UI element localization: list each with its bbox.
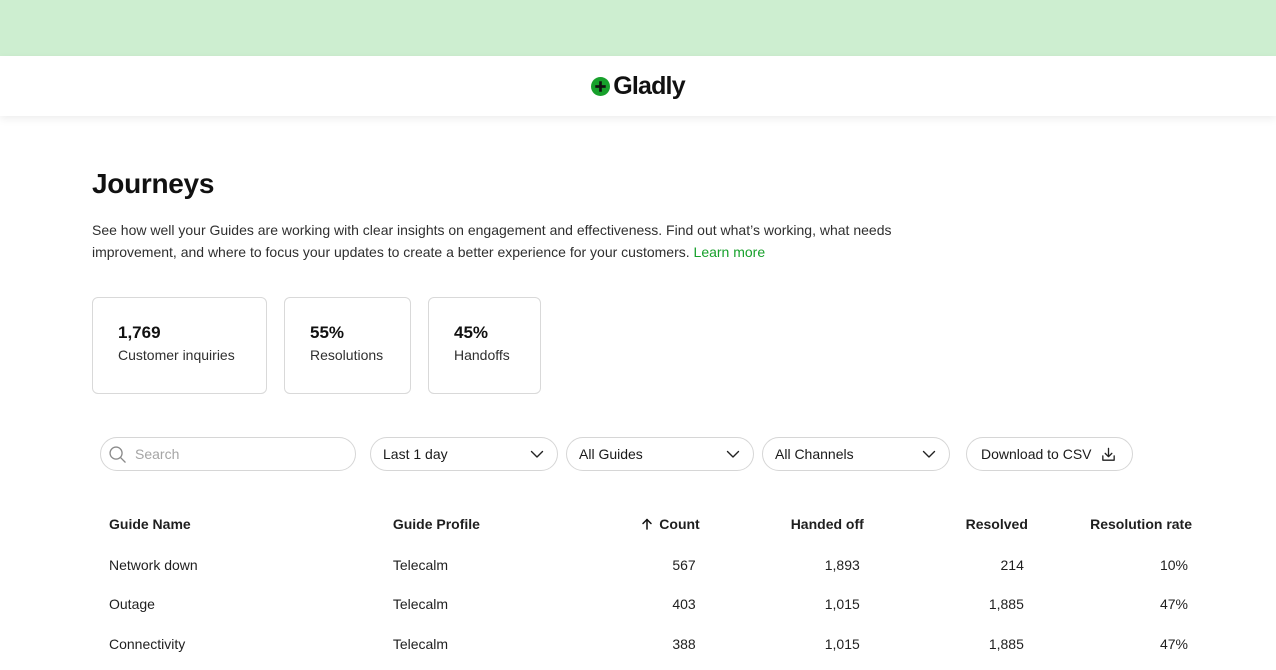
column-header-resolved[interactable]: Resolved: [864, 503, 1028, 545]
guide-name-cell: Connectivity: [109, 635, 186, 652]
resolved-cell: 1,885: [988, 596, 1024, 613]
date-range-value: Last 1 day: [383, 446, 448, 462]
stat-card-resolutions: 55% Resolutions: [284, 297, 411, 394]
search-box[interactable]: [100, 437, 356, 471]
stat-card-customer-inquiries: 1,769 Customer inquiries: [92, 297, 267, 394]
resolution-rate-cell: 47%: [1159, 635, 1188, 652]
table-header-row: Guide Name Guide Profile Count Handed of…: [92, 503, 1192, 545]
download-icon: [1101, 447, 1115, 461]
guide-name-cell: Outage: [109, 596, 155, 613]
stat-value: 45%: [454, 323, 489, 342]
description-text: See how well your Guides are working wit…: [92, 222, 892, 260]
page-title: Journeys: [92, 168, 215, 199]
download-label: Download to CSV: [981, 446, 1092, 462]
count-cell: 403: [672, 596, 696, 613]
brand-name: Gladly: [613, 71, 685, 100]
channels-select[interactable]: All Channels: [762, 437, 950, 471]
column-header-count[interactable]: Count: [606, 503, 700, 545]
gladly-logo[interactable]: Gladly: [591, 71, 686, 100]
top-banner: [0, 0, 1276, 56]
table-row[interactable]: Connectivity Telecalm 388 1,015 1,885 47…: [92, 624, 1192, 664]
resolved-cell: 1,885: [988, 635, 1024, 652]
app-header: Gladly: [0, 56, 1276, 116]
column-header-guide-profile[interactable]: Guide Profile: [393, 503, 606, 545]
stat-value: 1,769: [118, 323, 161, 342]
column-header-guide-name[interactable]: Guide Name: [92, 503, 393, 545]
search-input[interactable]: [135, 446, 335, 462]
download-csv-button[interactable]: Download to CSV: [966, 437, 1133, 471]
handed-off-cell: 1,015: [824, 635, 860, 652]
page-description: See how well your Guides are working wit…: [92, 219, 952, 263]
column-header-handed-off[interactable]: Handed off: [700, 503, 864, 545]
arrow-up-icon: [642, 518, 653, 530]
handed-off-cell: 1,893: [824, 556, 860, 573]
stat-label: Resolutions: [310, 347, 384, 363]
count-cell: 388: [672, 635, 696, 652]
journeys-table: Guide Name Guide Profile Count Handed of…: [92, 503, 1192, 664]
stat-label: Handoffs: [454, 347, 510, 363]
learn-more-link[interactable]: Learn more: [694, 244, 766, 260]
guide-name-cell: Network down: [109, 556, 198, 573]
chevron-down-icon: [922, 450, 936, 458]
stat-label: Customer inquiries: [118, 347, 235, 363]
chevron-down-icon: [726, 450, 740, 458]
stat-value: 55%: [310, 323, 345, 342]
resolution-rate-cell: 10%: [1159, 556, 1188, 573]
handed-off-cell: 1,015: [824, 596, 860, 613]
channels-value: All Channels: [775, 446, 854, 462]
stat-card-handoffs: 45% Handoffs: [428, 297, 541, 394]
guide-profile-cell: Telecalm: [392, 635, 449, 652]
search-icon: [109, 445, 126, 463]
plus-circle-icon: [591, 76, 611, 96]
guide-profile-cell: Telecalm: [392, 556, 449, 573]
date-range-select[interactable]: Last 1 day: [370, 437, 558, 471]
resolution-rate-cell: 47%: [1159, 596, 1188, 613]
guides-value: All Guides: [579, 446, 643, 462]
table-row[interactable]: Outage Telecalm 403 1,015 1,885 47%: [92, 585, 1192, 625]
guides-select[interactable]: All Guides: [566, 437, 754, 471]
count-cell: 567: [672, 556, 696, 573]
guide-profile-cell: Telecalm: [392, 596, 449, 613]
column-header-resolution-rate[interactable]: Resolution rate: [1028, 503, 1192, 545]
chevron-down-icon: [530, 450, 544, 458]
count-header-label: Count: [659, 516, 700, 532]
table-row[interactable]: Network down Telecalm 567 1,893 214 10%: [92, 545, 1192, 585]
resolved-cell: 214: [1000, 556, 1024, 573]
